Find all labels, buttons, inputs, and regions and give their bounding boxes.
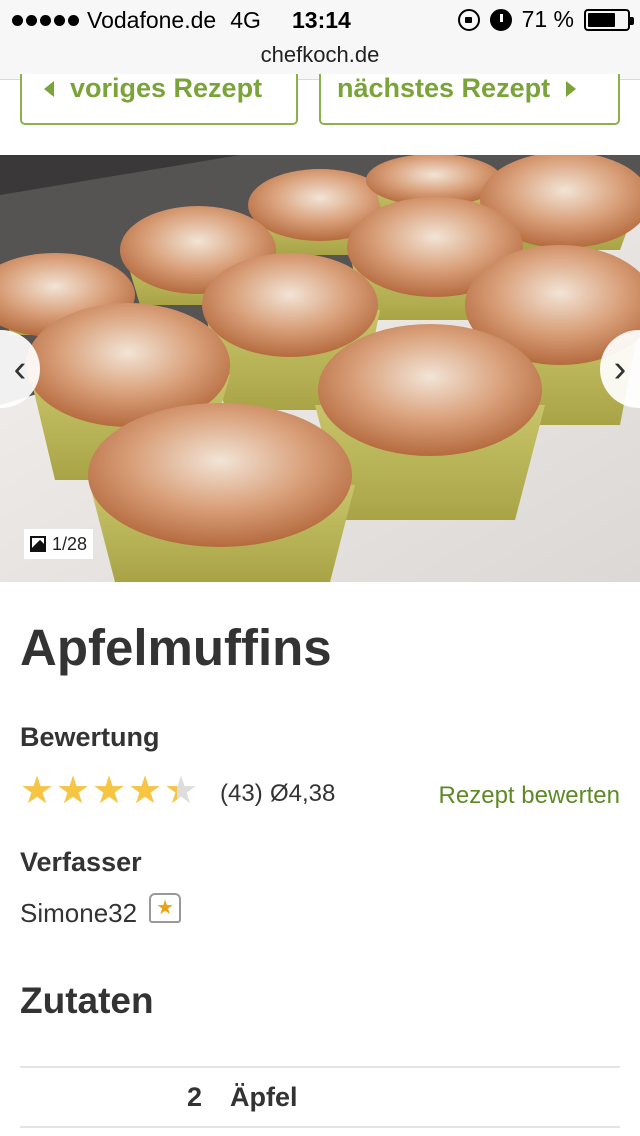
recipe-title: Apfelmuffins: [20, 619, 332, 676]
network-type: 4G: [230, 7, 261, 33]
previous-recipe-label: voriges Rezept: [70, 74, 263, 103]
chef-hat-star-icon: ★: [149, 892, 182, 923]
previous-recipe-button[interactable]: voriges Rezept: [20, 74, 298, 125]
carrier-name: Vodafone.de: [87, 7, 217, 33]
muffins-image: [0, 155, 640, 582]
url-text[interactable]: chefkoch.de: [261, 42, 380, 67]
star-icon: ★★: [56, 770, 91, 812]
next-recipe-button[interactable]: nächstes Rezept: [319, 74, 620, 125]
next-recipe-label: nächstes Rezept: [337, 74, 551, 103]
rating-average: Ø4,38: [270, 780, 336, 807]
rate-recipe-link[interactable]: Rezept bewerten: [439, 782, 620, 810]
status-bar: Vodafone.de 4G 13:14 71 %: [0, 0, 640, 40]
chevron-left-icon: ‹: [13, 347, 27, 390]
signal-icon: [12, 15, 79, 26]
ingredient-row: 2 Äpfel: [20, 1066, 620, 1128]
star-fill: ★: [92, 774, 127, 808]
battery-percent: 71 %: [521, 6, 574, 32]
rotation-lock-icon: [457, 8, 480, 31]
caret-right-icon: [566, 80, 577, 97]
author-row: Simone32 ★: [20, 892, 182, 929]
star-fill: ★: [128, 774, 163, 808]
author-heading: Verfasser: [20, 847, 142, 877]
battery-icon: [584, 8, 634, 31]
status-right: 71 %: [457, 6, 634, 33]
rating-stars: ★★★★★★★★★★: [20, 770, 199, 812]
star-icon: ★★: [20, 770, 55, 812]
star-fill: ★: [164, 774, 177, 808]
ingredient-amount: 2: [186, 1082, 202, 1112]
rating-count: (43): [220, 780, 263, 807]
battery-level: [588, 12, 615, 27]
caret-left-icon: [44, 80, 54, 97]
recipe-photo[interactable]: [0, 155, 640, 582]
status-left: Vodafone.de 4G: [12, 7, 281, 34]
alarm-icon: [489, 8, 512, 31]
chevron-right-icon: ›: [613, 347, 627, 390]
star-fill: ★: [20, 774, 55, 808]
gallery-counter: 1/28: [24, 529, 94, 559]
ingredients-heading: Zutaten: [20, 980, 154, 1021]
status-time: 13:14: [292, 7, 351, 33]
rating-heading: Bewertung: [20, 722, 160, 752]
gallery-counter-text: 1/28: [52, 533, 88, 554]
rating-row: ★★★★★★★★★★ (43) Ø4,38 Rezept bewerten: [20, 770, 620, 814]
star-icon: ★★: [128, 770, 163, 812]
image-icon: [30, 536, 46, 552]
star-icon: ★★: [164, 770, 199, 812]
ingredient-name: Äpfel: [230, 1082, 298, 1112]
author-name[interactable]: Simone32: [20, 898, 137, 929]
star-icon: ★★: [92, 770, 127, 812]
star-fill: ★: [56, 774, 91, 808]
